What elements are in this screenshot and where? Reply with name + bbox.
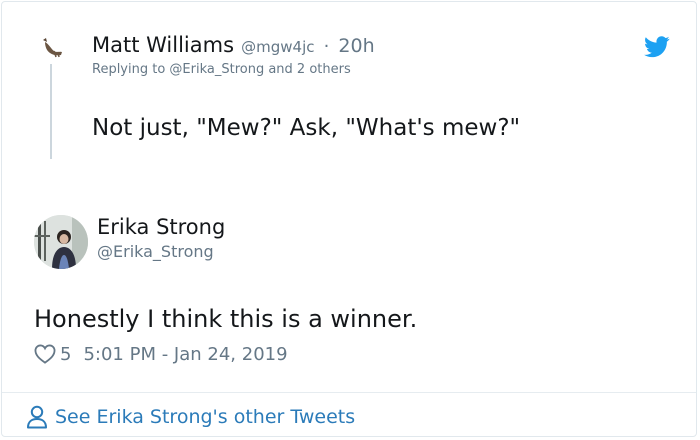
twitter-bird-icon[interactable] (644, 36, 670, 58)
like-count: 5 (60, 343, 72, 365)
parent-author-avatar[interactable] (40, 36, 64, 58)
parent-tweet-time[interactable]: 20h (338, 35, 374, 57)
tweet-meta-row: 5 5:01 PM - Jan 24, 2019 (34, 342, 288, 366)
parent-author-handle[interactable]: @mgw4jc (241, 38, 314, 56)
tweet-timestamp[interactable]: 5:01 PM - Jan 24, 2019 (83, 344, 287, 365)
author-photo (34, 215, 88, 269)
parent-separator-dot: · (323, 36, 330, 57)
thread-connector-line (50, 64, 52, 159)
tweet-text: Honestly I think this is a winner. (34, 305, 418, 333)
parent-tweet-text: Not just, "Mew?" Ask, "What's mew?" (92, 115, 521, 141)
author-handle[interactable]: @Erika_Strong (97, 242, 214, 261)
author-avatar[interactable] (34, 215, 88, 269)
replying-to-line[interactable]: Replying to @Erika_Strong and 2 others (92, 62, 351, 77)
person-icon (27, 405, 47, 429)
footer-divider (2, 392, 696, 393)
embedded-tweet-card: Matt Williams @mgw4jc · 20h Replying to … (1, 1, 697, 437)
parent-author-name[interactable]: Matt Williams (92, 33, 234, 57)
see-other-tweets-link[interactable]: See Erika Strong's other Tweets (26, 404, 355, 430)
heart-icon[interactable] (34, 344, 56, 364)
author-name[interactable]: Erika Strong (97, 215, 225, 239)
parent-tweet-header: Matt Williams @mgw4jc · 20h (92, 33, 375, 57)
see-other-tweets-label: See Erika Strong's other Tweets (55, 406, 356, 428)
